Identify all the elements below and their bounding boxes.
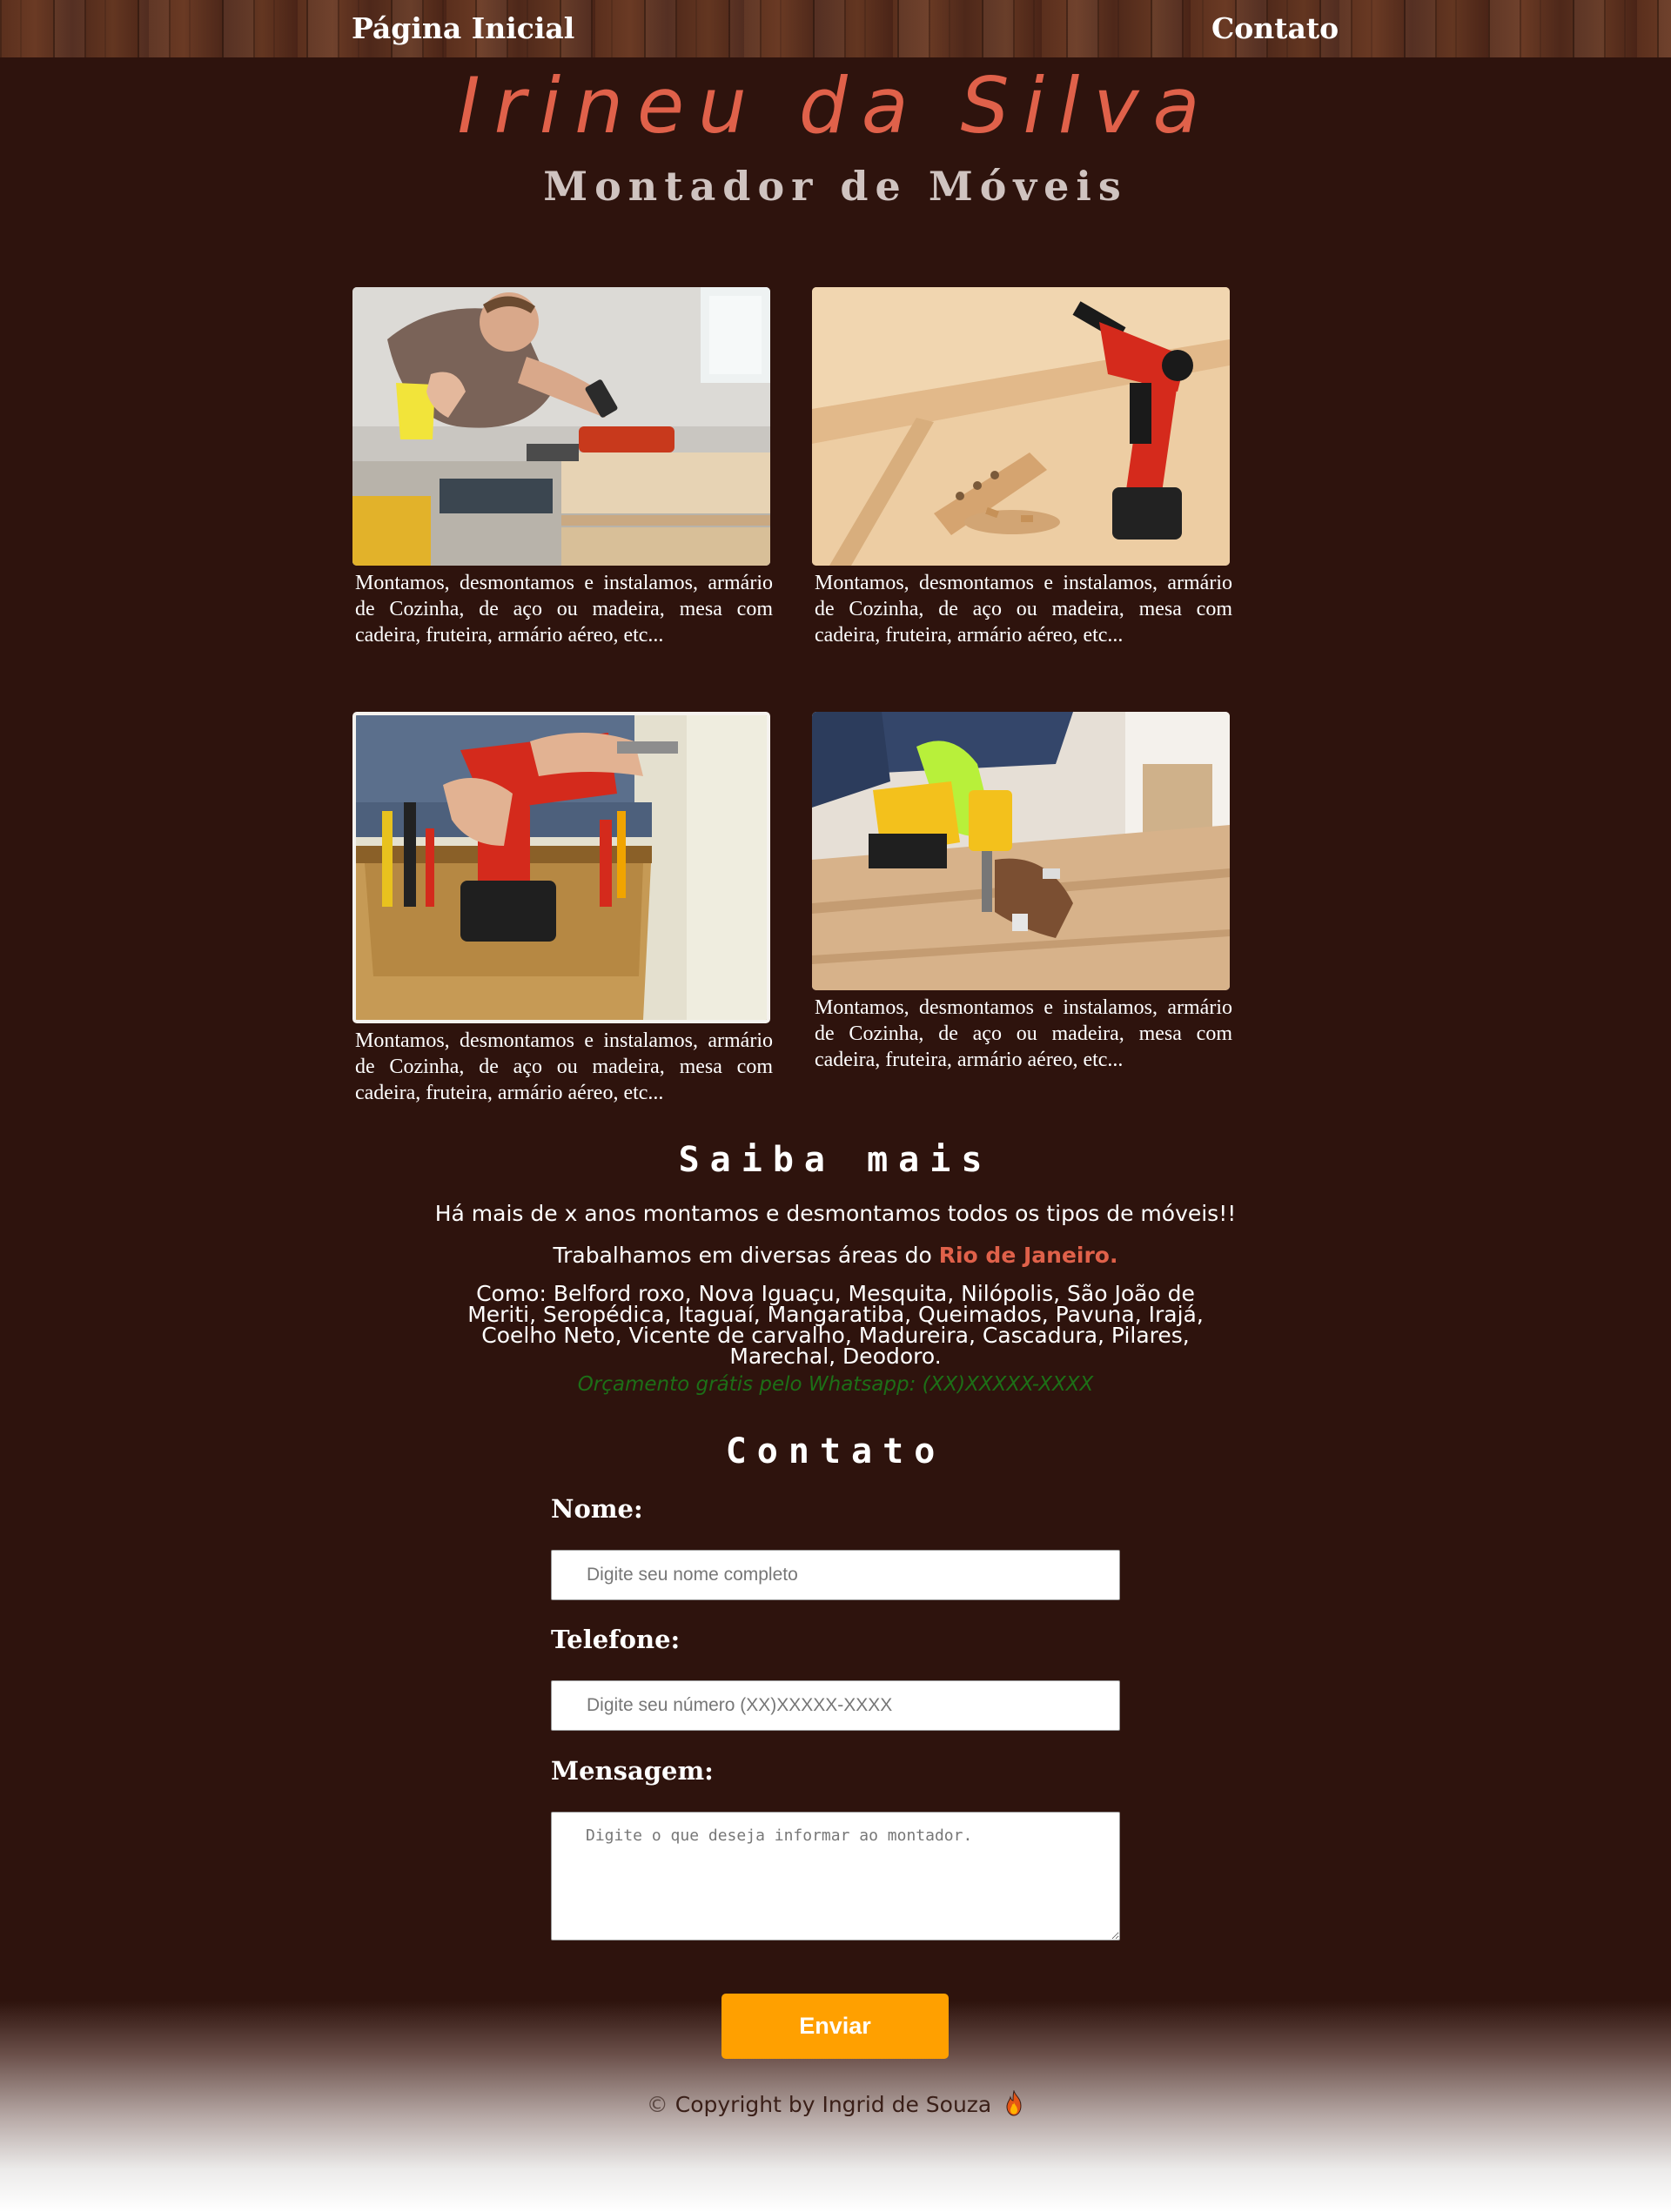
service-description: Montamos, desmontamos e instalamos, armá… (815, 996, 1232, 1071)
name-input[interactable] (551, 1550, 1120, 1600)
name-label: Nome: (551, 1494, 643, 1524)
service-card: Montamos, desmontamos e instalamos, armá… (812, 712, 1235, 1073)
phone-label: Telefone: (551, 1625, 681, 1654)
about-areas-highlight: Rio de Janeiro. (938, 1243, 1118, 1268)
about-section-title: Saiba mais (678, 1140, 993, 1180)
top-navbar: Página Inicial Contato (0, 0, 1671, 57)
submit-button[interactable]: Enviar (721, 1994, 949, 2059)
tool-belt-with-drill-photo (352, 712, 770, 1023)
service-description: Montamos, desmontamos e instalamos, armá… (355, 572, 773, 647)
nav-link-contact[interactable]: Contato (1211, 9, 1339, 49)
footer-text: Copyright by Ingrid de Souza (674, 2092, 992, 2117)
service-card: Montamos, desmontamos e instalamos, armá… (812, 287, 1235, 648)
about-years-text: Há mais de x anos montamos e desmontamos… (434, 1201, 1237, 1226)
copyright-symbol: © (646, 2092, 668, 2117)
service-description: Montamos, desmontamos e instalamos, armá… (355, 1029, 773, 1104)
nav-link-home[interactable]: Página Inicial (352, 9, 574, 49)
phone-input[interactable] (551, 1680, 1120, 1731)
page-subtitle: Montador de Móveis (543, 163, 1128, 210)
about-cities-text: Como: Belford roxo, Nova Iguaçu, Mesquit… (467, 1281, 1204, 1369)
message-textarea[interactable] (551, 1812, 1120, 1941)
drill-on-wood-planks-photo (812, 287, 1230, 566)
contact-section-title: Contato (725, 1431, 946, 1471)
whatsapp-budget-text: Orçamento grátis pelo Whatsapp: (XX)XXXX… (577, 1373, 1094, 1396)
footer-copyright: © Copyright by Ingrid de Souza (0, 2090, 1671, 2117)
fire-icon (1006, 2090, 1022, 2116)
page-title: Irineu da Silva (457, 61, 1214, 151)
about-areas-prefix: Trabalhamos em diversas áreas do (553, 1243, 939, 1268)
service-description: Montamos, desmontamos e instalamos, armá… (815, 572, 1232, 647)
gloved-hand-screwing-floor-photo (812, 712, 1230, 990)
about-areas-text: Trabalhamos em diversas áreas do Rio de … (0, 1243, 1671, 1268)
service-card: Montamos, desmontamos e instalamos, armá… (352, 287, 775, 648)
message-label: Mensagem: (551, 1756, 714, 1786)
man-with-phone-and-tools-photo (352, 287, 770, 566)
service-card: Montamos, desmontamos e instalamos, armá… (352, 712, 775, 1106)
